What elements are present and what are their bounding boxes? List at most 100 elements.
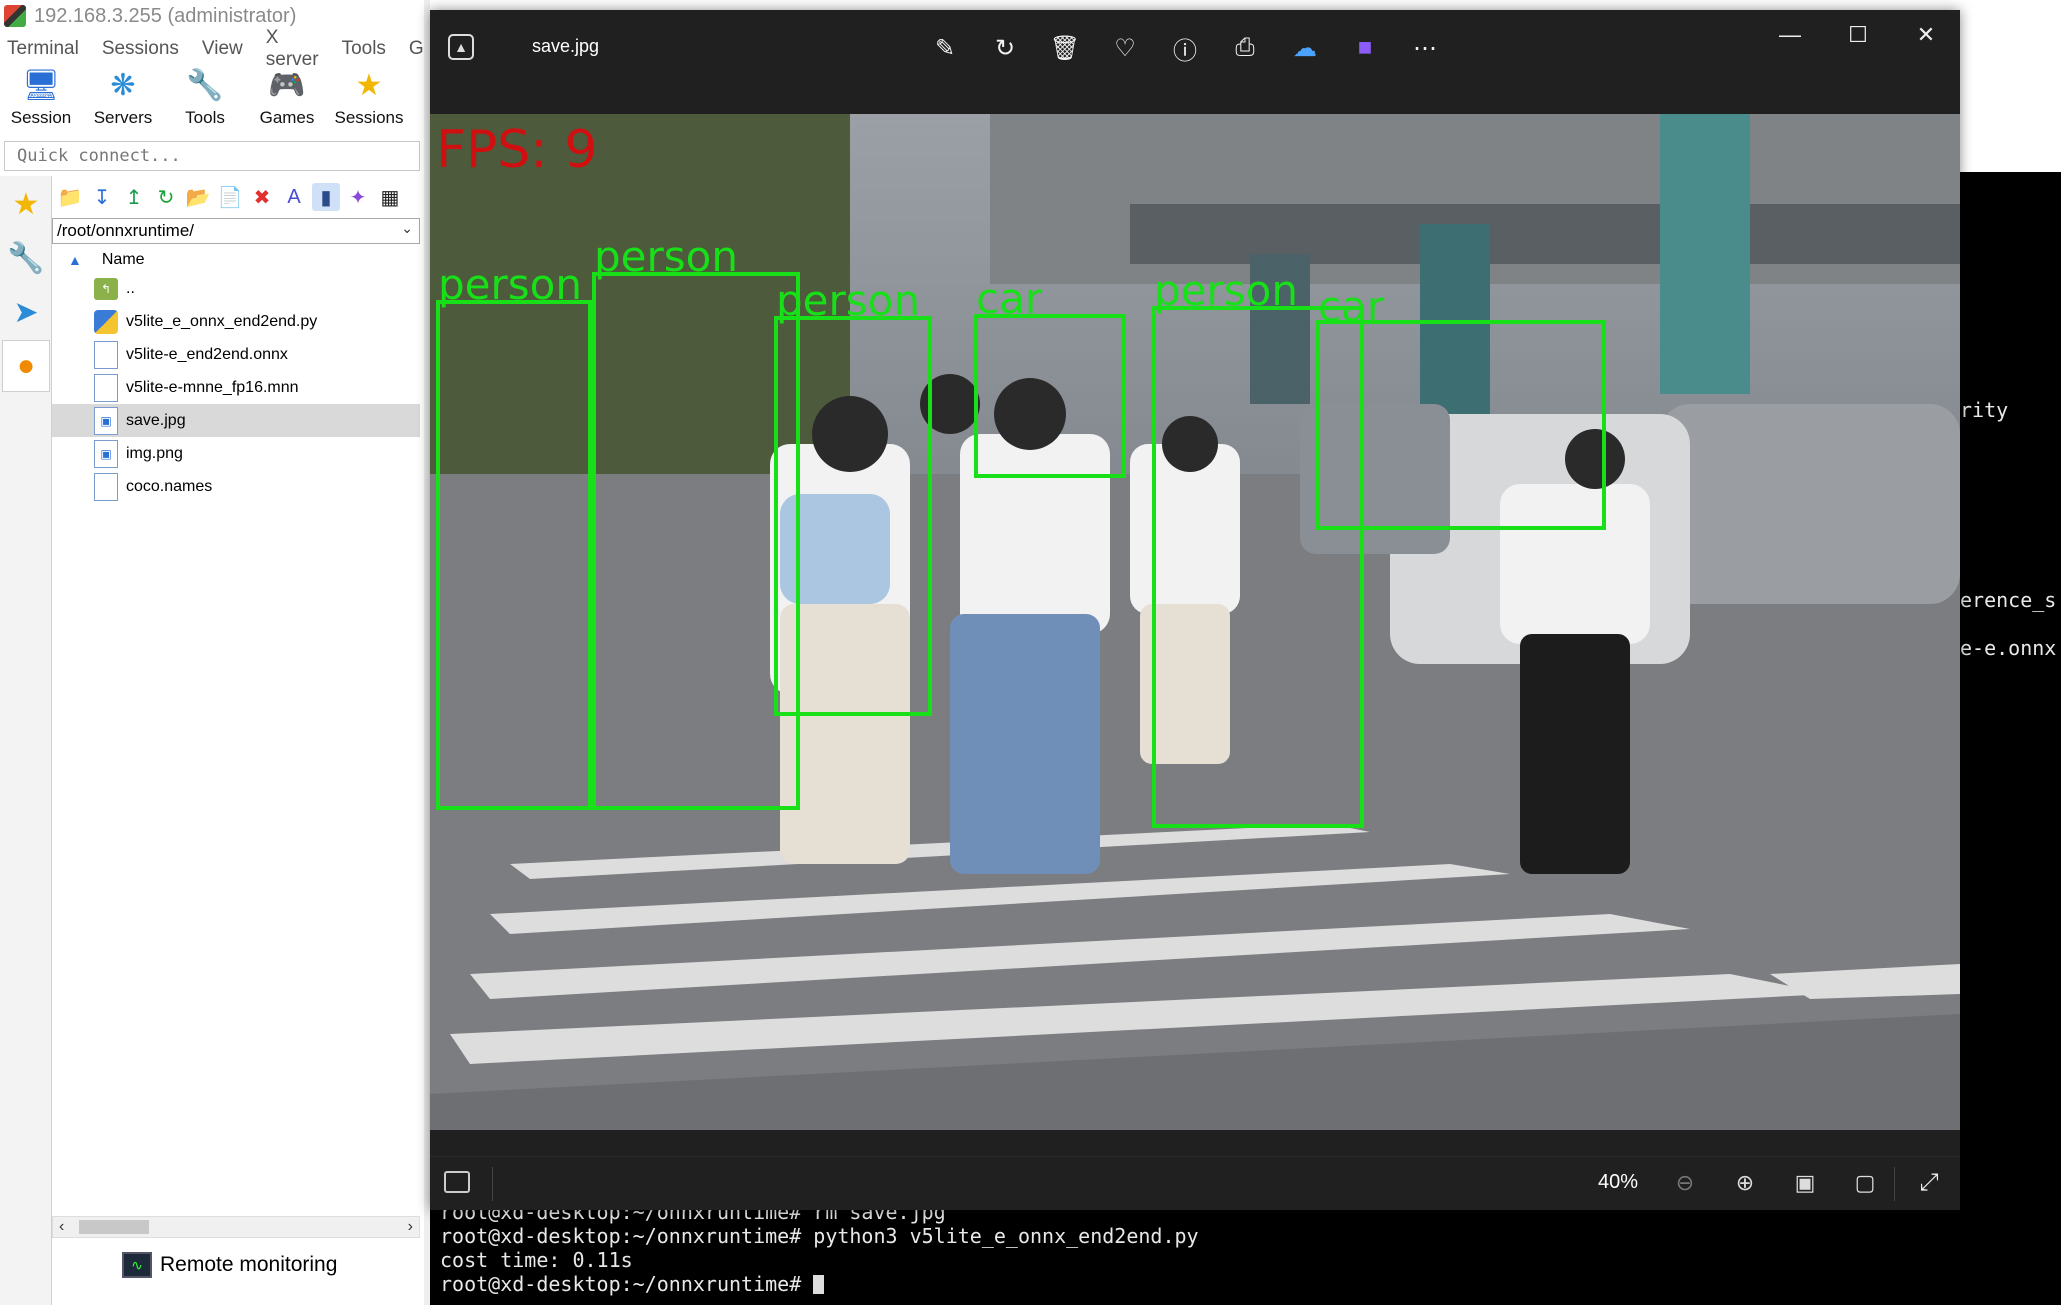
photo-actions: ✎ ↻ 🗑 ♡ ⓘ ⎙ ☁ ■ ⋯ <box>924 30 1446 66</box>
photo-filename: save.jpg <box>532 36 600 56</box>
refresh-icon[interactable]: ↻ <box>152 183 180 211</box>
horizontal-scrollbar[interactable]: ‹ › <box>52 1216 420 1238</box>
terminal-icon[interactable]: ▦ <box>376 183 404 211</box>
divider <box>1894 1167 1895 1201</box>
more-icon[interactable]: ⋯ <box>1404 30 1446 66</box>
session-button[interactable]: 🖥 Session <box>0 64 82 136</box>
terminal-fragment: e-e.onnx <box>1960 636 2057 660</box>
servers-button[interactable]: ❋ Servers <box>82 64 164 136</box>
games-button[interactable]: 🎮 Games <box>246 64 328 136</box>
list-item[interactable]: ▣ save.jpg <box>52 404 420 437</box>
delete-icon[interactable]: 🗑 <box>1044 30 1086 66</box>
detection-label: person <box>438 260 582 309</box>
moba-toolbar: 🖥 Session ❋ Servers 🔧 Tools 🎮 Games ★ Se… <box>0 64 430 136</box>
moba-title-text: 192.168.3.255 (administrator) <box>34 4 297 27</box>
fullscreen-icon[interactable]: ⤢ <box>1908 1165 1950 1201</box>
scrollbar-thumb[interactable] <box>79 1220 149 1234</box>
list-item[interactable]: ▣ img.png <box>52 437 420 470</box>
info-icon[interactable]: ⓘ <box>1164 30 1206 66</box>
globe-icon: ● <box>16 349 36 382</box>
chevron-down-icon[interactable]: ⌄ <box>401 220 413 237</box>
servers-icon: ❋ <box>110 68 136 102</box>
image-file-icon: ▣ <box>94 439 118 468</box>
photos-bottom-bar: 40% ⊖ ⊕ ▣ ▢ ⤢ <box>430 1156 1960 1210</box>
photo-canvas[interactable]: FPS: 9 person person person car person c… <box>430 114 1960 1130</box>
upload-icon[interactable]: ↥ <box>120 183 148 211</box>
detection-box <box>592 272 800 810</box>
fit-to-window-icon[interactable]: ▣ <box>1784 1165 1826 1201</box>
quick-connect-input[interactable]: Quick connect... <box>4 141 420 171</box>
magic-icon[interactable]: ✦ <box>344 183 372 211</box>
list-item[interactable]: ↰ .. <box>52 272 420 305</box>
menu-view[interactable]: View <box>202 38 243 60</box>
tools-tab[interactable]: 🔧 <box>2 232 50 284</box>
python-file-icon <box>94 309 118 334</box>
minimize-icon[interactable]: — <box>1756 10 1824 60</box>
scroll-right-icon[interactable]: › <box>408 1218 413 1236</box>
detection-box <box>774 316 932 716</box>
mobaxterm-logo-icon <box>4 5 26 27</box>
scroll-left-icon[interactable]: ‹ <box>59 1218 64 1236</box>
tools-icon: 🔧 <box>186 68 224 102</box>
sftp-tab[interactable]: ● <box>2 340 50 392</box>
terminal-cursor <box>813 1275 825 1294</box>
path-field[interactable]: /root/onnxruntime/ ⌄ <box>52 218 420 244</box>
list-item[interactable]: v5lite_e_onnx_end2end.py <box>52 305 420 338</box>
menu-games[interactable]: G <box>409 38 424 60</box>
file-icon <box>94 340 118 369</box>
clipchamp-icon[interactable]: ■ <box>1344 30 1386 66</box>
list-item[interactable]: v5lite-e_end2end.onnx <box>52 338 420 371</box>
menu-sessions[interactable]: Sessions <box>102 38 179 60</box>
menu-terminal[interactable]: Terminal <box>7 38 79 60</box>
follow-terminal-icon[interactable]: ▮ <box>312 183 340 211</box>
close-icon[interactable]: ✕ <box>1892 10 1960 60</box>
sessions-button[interactable]: ★ Sessions <box>328 64 410 136</box>
print-icon[interactable]: ⎙ <box>1224 30 1266 66</box>
parent-folder-icon[interactable]: 📁 <box>56 183 84 211</box>
maximize-icon[interactable]: ☐ <box>1824 10 1892 60</box>
edit-icon[interactable]: ✎ <box>924 30 966 66</box>
tools-button[interactable]: 🔧 Tools <box>164 64 246 136</box>
side-tabs: ★ 🔧 ➤ ● <box>0 176 52 1305</box>
moba-menubar: Terminal Sessions View X server Tools G <box>0 27 430 70</box>
new-file-icon[interactable]: 📄 <box>216 183 244 211</box>
rename-icon[interactable]: A <box>280 183 308 211</box>
monitor-icon: 🖥 <box>21 68 61 102</box>
zoom-in-icon[interactable]: ⊕ <box>1724 1165 1766 1201</box>
tools-icon: 🔧 <box>7 241 45 275</box>
moba-titlebar: 192.168.3.255 (administrator) <box>0 0 430 32</box>
zoom-out-icon[interactable]: ⊖ <box>1664 1165 1706 1201</box>
onedrive-icon[interactable]: ☁ <box>1284 30 1326 66</box>
macros-tab[interactable]: ➤ <box>2 286 50 338</box>
sessions-tab[interactable]: ★ <box>2 178 50 230</box>
actual-size-icon[interactable]: ▢ <box>1844 1165 1886 1201</box>
terminal[interactable]: root@xd-desktop:~/onnxruntime# rm save.j… <box>430 1200 2061 1305</box>
detection-label: person <box>1154 266 1298 315</box>
remote-monitoring-button[interactable]: ∿ Remote monitoring <box>122 1252 337 1278</box>
rotate-icon[interactable]: ↻ <box>984 30 1026 66</box>
list-item[interactable]: coco.names <box>52 470 420 503</box>
new-folder-icon[interactable]: 📂 <box>184 183 212 211</box>
photos-app-icon: ▲ <box>448 34 474 60</box>
terminal-line: root@xd-desktop:~/onnxruntime# python3 v… <box>440 1224 1199 1248</box>
download-icon[interactable]: ↧ <box>88 183 116 211</box>
terminal-line: cost time: 0.11s <box>440 1248 633 1272</box>
file-list-header[interactable]: ▲ Name <box>52 248 420 272</box>
photos-viewer-window: ▲ save.jpg ✎ ↻ 🗑 ♡ ⓘ ⎙ ☁ ■ ⋯ — ☐ ✕ FPS: … <box>430 10 1960 1210</box>
detection-box <box>974 314 1126 478</box>
terminal-prompt-line: root@xd-desktop:~/onnxruntime# <box>440 1272 2061 1296</box>
file-icon <box>94 373 118 402</box>
photos-titlebar: ▲ save.jpg ✎ ↻ 🗑 ♡ ⓘ ⎙ ☁ ■ ⋯ — ☐ ✕ <box>430 10 1960 114</box>
detection-label: car <box>1318 282 1385 331</box>
list-item[interactable]: v5lite-e-mnne_fp16.mnn <box>52 371 420 404</box>
terminal-fragment: erence_s <box>1960 588 2057 612</box>
filmstrip-icon[interactable] <box>444 1171 470 1193</box>
delete-icon[interactable]: ✖ <box>248 183 276 211</box>
divider <box>492 1167 493 1201</box>
menu-tools[interactable]: Tools <box>342 38 386 60</box>
terminal-fragment: rity <box>1960 398 2009 422</box>
file-icon <box>94 472 118 501</box>
favorite-icon[interactable]: ♡ <box>1104 30 1146 66</box>
detection-box <box>1316 320 1606 530</box>
mobaxterm-window: 192.168.3.255 (administrator) Terminal S… <box>0 0 430 1305</box>
